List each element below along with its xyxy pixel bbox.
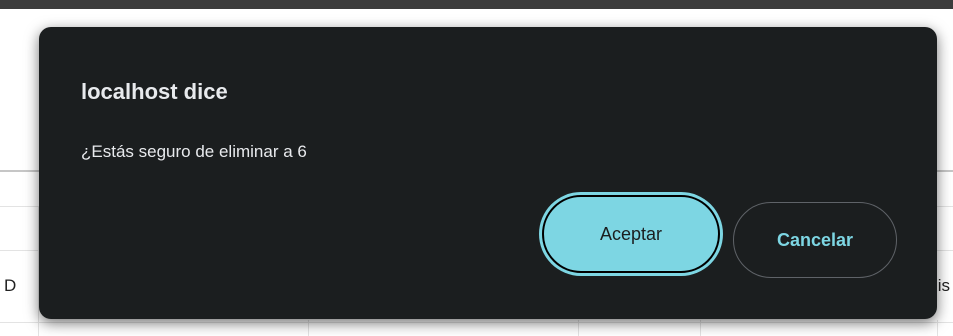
table-column-line <box>578 320 579 336</box>
table-row-line <box>0 322 953 323</box>
accept-button[interactable]: Aceptar <box>542 195 720 273</box>
dialog-message: ¿Estás seguro de eliminar a 6 <box>81 142 307 161</box>
confirm-dialog: localhost dice ¿Estás seguro de eliminar… <box>39 27 937 319</box>
table-column-line <box>308 320 309 336</box>
table-column-line <box>937 320 938 336</box>
table-cell-fragment: D <box>4 276 17 295</box>
browser-top-bar <box>0 0 953 9</box>
cancel-button[interactable]: Cancelar <box>733 202 897 278</box>
table-column-line <box>700 320 701 336</box>
dialog-title: localhost dice <box>81 79 228 104</box>
